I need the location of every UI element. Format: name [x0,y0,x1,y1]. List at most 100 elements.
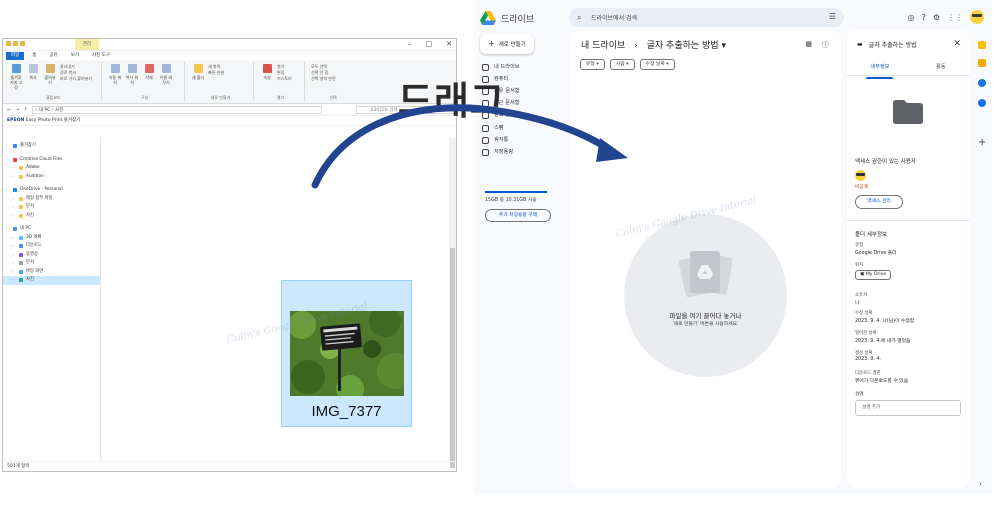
tree-item-label: Adobe [26,165,40,170]
chevron-right-icon[interactable]: › [12,195,16,204]
chevron-right-icon[interactable]: › [12,268,16,277]
manage-access-button[interactable]: 액세스 관리 [855,195,903,209]
chevron-right-icon[interactable]: › [12,212,16,221]
copy-button[interactable]: 복사 [26,62,40,80]
forward-icon[interactable]: → [15,107,19,113]
filter-modified[interactable]: 수정 날짜 ▾ [639,59,675,70]
new-folder-button[interactable]: 새 폴더 [191,62,205,80]
tab-home[interactable]: 홈 [27,52,41,60]
chevron-right-icon[interactable]: › [12,234,16,243]
tasks-icon[interactable] [978,79,986,87]
info-icon[interactable]: ⓘ [822,40,829,50]
tree-item[interactable]: › 문서 [3,259,100,268]
filter-people[interactable]: 사람 ▾ [609,59,635,70]
settings-gear-icon[interactable]: ⚙ [933,13,940,22]
tree-item[interactable]: › 즐겨찾기 [3,142,100,151]
chevron-right-icon[interactable]: › [6,156,10,165]
chevron-right-icon[interactable]: › [12,251,16,260]
tree-item[interactable]: › Adobe [3,164,100,173]
keep-icon[interactable] [978,59,986,67]
filter-type[interactable]: 유형 ▾ [580,59,605,70]
details-tabs: 세부정보 활동 [847,60,969,79]
close-icon[interactable]: ✕ [953,39,961,49]
chevron-right-icon[interactable]: › [12,242,16,251]
copy-to-button[interactable]: 복사 위치 [125,62,139,85]
description-input[interactable]: 설명 추가 [855,400,961,416]
tree-item[interactable]: › 메일 첨부 파일 [3,195,100,204]
delete-button[interactable]: 삭제 [142,62,156,80]
tree-item-label: 사진 [26,277,34,282]
chevron-right-icon[interactable]: › [12,164,16,173]
offline-status-icon[interactable]: ◎ [908,13,915,22]
paste-shortcut-button[interactable]: 바로 가기 붙여넣기 [60,76,92,82]
file-item-img-7377[interactable]: IMG_7377 [281,280,412,427]
tree-item[interactable]: › 내 PC [3,225,100,234]
contacts-icon[interactable] [978,99,986,107]
tree-item[interactable]: › 3D 개체 [3,234,100,243]
buy-storage-button[interactable]: 추가 저장용량 구매 [485,209,551,222]
tab-picture-tools[interactable]: 사진 도구 [87,52,115,60]
search-placeholder: 드라이브에서 검색 [591,15,638,22]
tree-item[interactable]: › 다운로드 [3,242,100,251]
tree-item[interactable]: › 사진 [3,276,100,285]
tree-item[interactable]: › 사진 [3,212,100,221]
search-icon[interactable]: ⌕ [577,13,581,23]
calendar-icon[interactable] [978,41,986,49]
chevron-right-icon[interactable]: › [12,203,16,212]
favorite-bookmarks[interactable]: 즐겨찾기 [64,118,81,123]
address-path[interactable]: › 내 PC › 사진 [31,105,322,114]
chevron-right-icon[interactable]: › [6,186,10,195]
drop-zone[interactable]: 파일을 여기 끌어다 놓거나 '새로 만들기' 버튼을 사용하세요. [624,214,787,377]
invert-selection-button[interactable]: 선택 영역 반전 [311,76,336,82]
tree-item[interactable]: › 바탕 화면 [3,268,100,277]
chevron-right-icon[interactable]: › [6,225,10,234]
minimize-icon[interactable]: – [408,40,412,48]
new-button[interactable]: + 새로 만들기 [480,34,534,54]
close-icon[interactable]: ✕ [446,40,452,48]
tab-activity[interactable]: 활동 [936,60,946,75]
chevron-down-icon[interactable]: ▾ [721,41,726,51]
quick-access-toolbar[interactable] [6,41,25,46]
chevron-right-icon[interactable]: › [12,259,16,268]
tree-item-label: 내 PC [20,226,31,231]
help-icon[interactable]: ? [922,13,926,22]
tree-item[interactable]: › 문서 [3,203,100,212]
chevron-right-icon[interactable]: › [12,173,16,182]
tree-item[interactable]: › OneDrive - Personal [3,186,100,195]
tree-item[interactable]: › Creative Cloud Files [3,156,100,165]
add-app-icon[interactable]: + [978,137,986,148]
paste-button[interactable]: 붙여넣기 [43,62,57,85]
chevron-right-icon[interactable]: › [6,142,10,151]
location-chip-my-drive[interactable]: ▣ My Drive [855,270,892,280]
scrollbar-thumb[interactable] [450,248,455,468]
favorite-easy-photo-print[interactable]: Easy Photo Print [26,118,63,123]
easy-access-button[interactable]: 빠른 연결 [208,70,224,76]
properties-button[interactable]: 속성 [260,62,274,80]
detail-owner: 소유자 나 [855,293,868,306]
maximize-icon[interactable]: □ [426,40,433,48]
account-avatar[interactable] [970,10,984,24]
breadcrumb-current-folder[interactable]: 글자 추출하는 방법 [647,41,719,51]
breadcrumb-my-drive[interactable]: 내 드라이브 [581,41,625,51]
tab-details[interactable]: 세부정보 [866,60,894,79]
tab-view[interactable]: 보기 [66,52,84,60]
apps-grid-icon[interactable]: ⋮⋮ [947,13,963,22]
search-options-icon[interactable]: ☰ [829,12,836,21]
chevron-right-icon[interactable]: › [979,480,987,488]
drive-search-bar[interactable]: ⌕ 드라이브에서 검색 ☰ [569,8,844,27]
tab-file[interactable]: 파일 [6,51,25,60]
tab-share[interactable]: 공유 [44,52,62,60]
back-icon[interactable]: ← [7,107,11,113]
up-icon[interactable]: ↑ [23,107,27,113]
tree-item[interactable]: › 동영상 [3,251,100,260]
rename-button[interactable]: 이름 바꾸기 [159,62,173,85]
grid-view-icon[interactable]: ▦ [805,40,812,50]
chevron-right-icon[interactable]: › [12,276,16,285]
pin-quick-access-button[interactable]: 즐겨찾기에 고정 [9,62,23,90]
move-to-button[interactable]: 이동 위치 [108,62,122,85]
drive-logo-icon[interactable] [480,11,496,25]
tree-item[interactable]: › Audition [3,173,100,182]
new-folder-icon [193,64,203,73]
context-tab-manage[interactable]: 관리 [75,39,99,50]
history-button[interactable]: 히스토리 [277,76,292,82]
